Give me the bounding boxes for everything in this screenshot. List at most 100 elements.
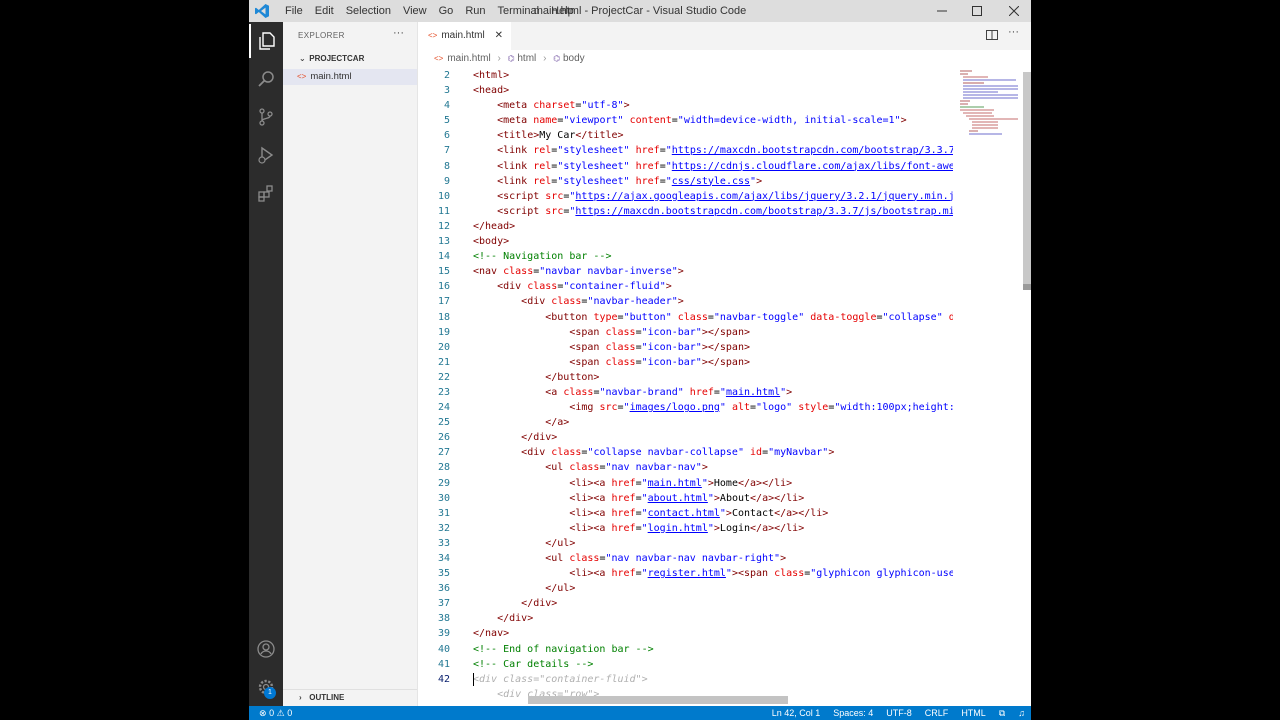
line-number: 31 (437, 507, 450, 519)
breadcrumb-body[interactable]: body (563, 53, 585, 64)
explorer-header: EXPLORER (298, 31, 345, 40)
menu-go[interactable]: Go (433, 0, 460, 22)
outline-section[interactable]: › OUTLINE (283, 689, 417, 705)
line-number: 25 (437, 417, 450, 429)
code-line[interactable]: </div> (473, 611, 953, 626)
file-item-main-html[interactable]: <> main.html (283, 69, 417, 85)
line-number: 13 (437, 236, 450, 248)
code-line[interactable]: <title>My Car</title> (473, 128, 953, 143)
breadcrumb-html[interactable]: html (517, 53, 536, 64)
maximize-button[interactable] (960, 0, 994, 22)
code-editor[interactable]: 2 3 4 5 6 7 8 9 10 11 12 13 14 15 16 17 18 19 20 21 22 23 24 25… (418, 68, 1031, 706)
menu-edit[interactable]: Edit (309, 0, 340, 22)
close-window-button[interactable] (997, 0, 1031, 22)
code-line[interactable]: <li><a href="main.html">Home</a></li> (473, 476, 953, 491)
notifications-bell-icon[interactable]: ♫ (1018, 706, 1025, 720)
line-ending[interactable]: CRLF (925, 706, 949, 720)
code-line[interactable]: <ul class="nav navbar-nav"> (473, 460, 953, 475)
project-folder[interactable]: ⌄ PROJECTCAR (283, 52, 418, 66)
problems-indicator[interactable]: ⊗ 0 ⚠ 0 (259, 706, 292, 720)
activity-source-control[interactable] (249, 100, 283, 134)
tab-label: main.html (441, 30, 485, 41)
menu-file[interactable]: File (279, 0, 309, 22)
code-line[interactable]: <span class="icon-bar"></span> (473, 340, 953, 355)
code-line[interactable]: <link rel="stylesheet" href="css/style.c… (473, 174, 953, 189)
code-line[interactable]: <head> (473, 83, 953, 98)
code-line[interactable]: </div> (473, 430, 953, 445)
code-line[interactable]: <li><a href="about.html">About</a></li> (473, 491, 953, 506)
editor-more-icon[interactable]: ··· (1008, 26, 1019, 38)
activity-search[interactable] (249, 62, 283, 96)
vertical-scrollbar-thumb[interactable] (1023, 284, 1031, 290)
code-line[interactable]: <meta name="viewport" content="width=dev… (473, 113, 953, 128)
activity-explorer[interactable] (249, 24, 283, 58)
menu-run[interactable]: Run (459, 0, 491, 22)
code-line[interactable]: <script src="https://ajax.googleapis.com… (473, 189, 953, 204)
code-lines[interactable]: <html> <head> <meta charset="utf-8"> <met… (473, 68, 953, 702)
horizontal-scrollbar[interactable] (528, 696, 788, 704)
vertical-scrollbar-track[interactable] (1023, 72, 1031, 284)
code-line[interactable]: <div class="navbar-header"> (473, 294, 953, 309)
activity-manage[interactable]: 1 (249, 670, 283, 704)
code-line[interactable]: </ul> (473, 536, 953, 551)
code-line[interactable]: <ul class="nav navbar-nav navbar-right"> (473, 551, 953, 566)
code-line[interactable]: <li><a href="login.html">Login</a></li> (473, 521, 953, 536)
code-line[interactable]: <!-- Navigation bar --> (473, 249, 953, 264)
minimap[interactable] (958, 68, 1022, 138)
code-line[interactable]: <div class="container-fluid"> (473, 672, 953, 687)
breadcrumb-file[interactable]: main.html (447, 53, 490, 64)
close-tab-icon[interactable]: ✕ (495, 22, 503, 50)
code-line[interactable]: </nav> (473, 626, 953, 641)
code-line[interactable]: <button type="button" class="navbar-togg… (473, 310, 953, 325)
code-line[interactable]: </a> (473, 415, 953, 430)
activity-run-debug[interactable] (249, 138, 283, 172)
encoding[interactable]: UTF-8 (886, 706, 912, 720)
code-line[interactable]: </head> (473, 219, 953, 234)
code-line[interactable]: <html> (473, 68, 953, 83)
code-line[interactable]: <a class="navbar-brand" href="main.html"… (473, 385, 953, 400)
indentation[interactable]: Spaces: 4 (833, 706, 873, 720)
warning-count: 0 (287, 708, 293, 718)
language-mode[interactable]: HTML (961, 706, 986, 720)
code-line[interactable]: <link rel="stylesheet" href="https://max… (473, 143, 953, 158)
code-line[interactable]: <body> (473, 234, 953, 249)
menu-help[interactable]: Help (545, 0, 580, 22)
code-line[interactable]: </ul> (473, 581, 953, 596)
code-line[interactable]: <nav class="navbar navbar-inverse"> (473, 264, 953, 279)
code-line[interactable]: </button> (473, 370, 953, 385)
code-line[interactable]: <script src="https://maxcdn.bootstrapcdn… (473, 204, 953, 219)
code-line[interactable]: <div class="collapse navbar-collapse" id… (473, 445, 953, 460)
chevron-right-icon: › (299, 693, 302, 702)
line-number: 33 (437, 537, 450, 549)
live-share-icon[interactable]: ⧉ (999, 706, 1005, 720)
code-line[interactable]: <span class="icon-bar"></span> (473, 355, 953, 370)
tab-main-html[interactable]: <> main.html ✕ (418, 22, 511, 50)
chevron-down-icon: ⌄ (299, 54, 306, 63)
minimize-button[interactable] (925, 0, 959, 22)
more-actions-icon[interactable]: ··· (393, 27, 404, 39)
code-line[interactable]: <li><a href="register.html"><span class=… (473, 566, 953, 581)
line-number: 26 (437, 432, 450, 444)
menu-view[interactable]: View (397, 0, 433, 22)
explorer-icon (259, 32, 275, 50)
activity-extensions[interactable] (249, 176, 283, 210)
html-file-icon: <> (428, 31, 438, 40)
line-number: 10 (437, 190, 450, 202)
split-editor-icon[interactable] (986, 29, 998, 44)
code-line[interactable]: <!-- Car details --> (473, 657, 953, 672)
line-number: 11 (437, 205, 450, 217)
code-line[interactable]: <link rel="stylesheet" href="https://cdn… (473, 159, 953, 174)
code-line[interactable]: <span class="icon-bar"></span> (473, 325, 953, 340)
code-line[interactable]: <li><a href="contact.html">Contact</a></… (473, 506, 953, 521)
activity-accounts[interactable] (249, 632, 283, 666)
line-number: 41 (437, 658, 450, 670)
code-line[interactable]: <meta charset="utf-8"> (473, 98, 953, 113)
menu-selection[interactable]: Selection (340, 0, 397, 22)
code-line[interactable]: </div> (473, 596, 953, 611)
code-line[interactable]: <img src="images/logo.png" alt="logo" st… (473, 400, 953, 415)
code-line[interactable]: <!-- End of navigation bar --> (473, 642, 953, 657)
outline-label: OUTLINE (309, 693, 345, 702)
cursor-position[interactable]: Ln 42, Col 1 (772, 706, 821, 720)
code-line[interactable]: <div class="container-fluid"> (473, 279, 953, 294)
menu-terminal[interactable]: Terminal (492, 0, 546, 22)
